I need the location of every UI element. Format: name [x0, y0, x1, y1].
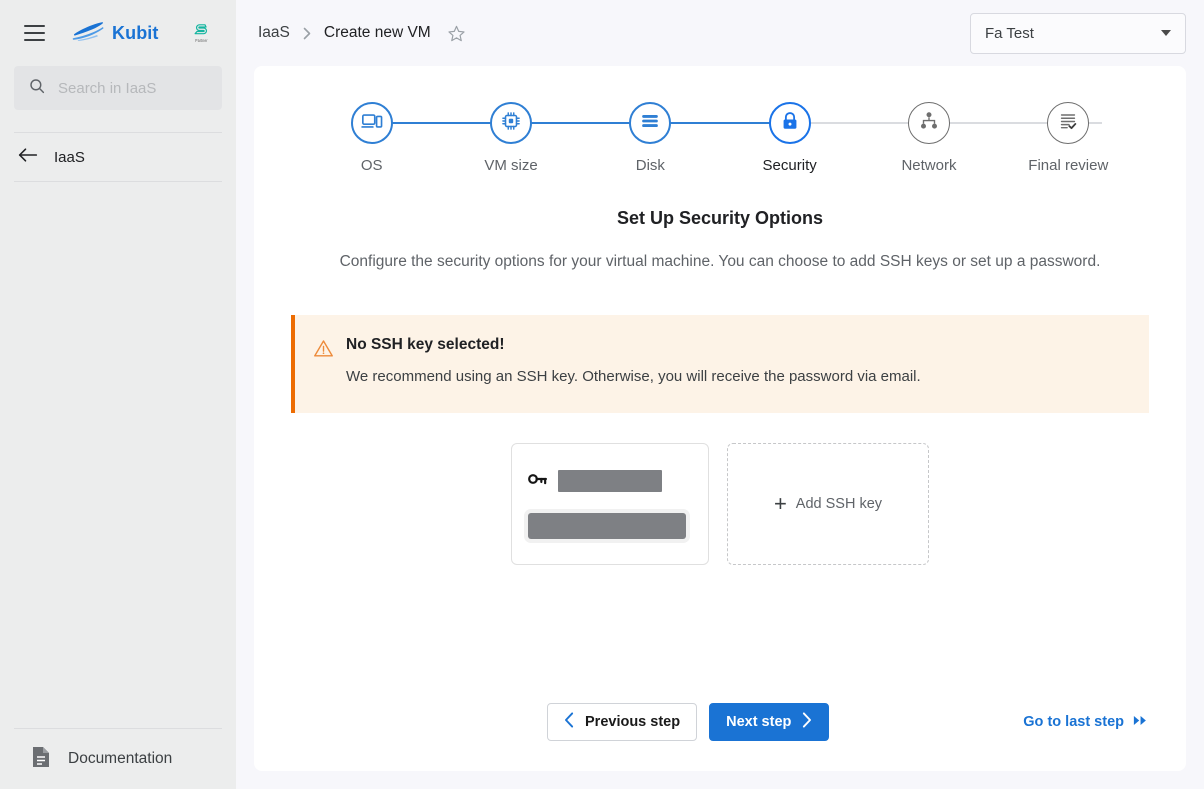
step-label: OS — [360, 157, 383, 174]
step-circle — [489, 102, 532, 144]
lock-icon — [779, 110, 801, 137]
chevron-left-icon — [564, 712, 575, 732]
partner-logo: Partner — [193, 22, 210, 44]
ssh-key-fingerprint-redacted — [528, 512, 686, 539]
step-circle — [350, 102, 393, 144]
sidebar-header: Kubit Partner — [0, 0, 236, 66]
ssh-key-name-row — [528, 470, 692, 493]
warning-triangle-icon — [313, 338, 334, 393]
stepper: OS VM size Disk Security Network Final r… — [302, 102, 1138, 174]
ssh-key-card[interactable] — [511, 443, 709, 565]
ssh-key-list: + Add SSH key — [254, 443, 1186, 565]
previous-step-label: Previous step — [585, 714, 681, 730]
page-description: Configure the security options for your … — [339, 253, 1101, 270]
breadcrumb: IaaS Create new VM — [258, 24, 466, 43]
devices-icon — [360, 110, 383, 137]
sidebar: Kubit Partner Search in IaaS IaaS Docume… — [0, 0, 236, 789]
sidebar-item-iaas[interactable]: IaaS — [0, 133, 236, 181]
add-ssh-key-button[interactable]: + Add SSH key — [727, 443, 929, 565]
plus-icon: + — [773, 491, 787, 516]
step-network[interactable]: Network — [859, 102, 998, 174]
double-chevron-right-icon — [1133, 714, 1149, 730]
step-label: Final review — [1028, 157, 1109, 174]
chevron-down-icon — [1161, 30, 1171, 36]
wizard-nav-buttons: Previous step Next step — [547, 703, 830, 741]
step-label: Network — [901, 157, 957, 174]
chevron-right-icon — [801, 712, 812, 732]
app-root: Kubit Partner Search in IaaS IaaS Docume… — [0, 0, 1204, 789]
step-vm-size[interactable]: VM size — [441, 102, 580, 174]
step-final-review[interactable]: Final review — [999, 102, 1138, 174]
wizard-footer: Previous step Next step Go to last step — [254, 703, 1186, 741]
step-disk[interactable]: Disk — [581, 102, 720, 174]
key-icon — [528, 470, 548, 493]
go-to-last-step-link[interactable]: Go to last step — [1023, 714, 1149, 730]
checklist-icon — [1057, 110, 1079, 137]
wizard-card: OS VM size Disk Security Network Final r… — [254, 66, 1186, 771]
previous-step-button[interactable]: Previous step — [547, 703, 698, 741]
account-selector[interactable]: Fa Test — [970, 12, 1186, 54]
cpu-icon — [500, 110, 522, 137]
sidebar-item-label: Documentation — [68, 750, 173, 767]
ssh-key-name-redacted — [558, 470, 662, 492]
kubit-boat-logo — [72, 21, 106, 46]
step-circle — [1047, 102, 1090, 144]
next-step-label: Next step — [726, 714, 792, 730]
step-circle — [629, 102, 672, 144]
arrow-left-icon — [18, 147, 38, 168]
step-circle — [768, 102, 811, 144]
step-circle — [907, 102, 950, 144]
page-title: Set Up Security Options — [616, 208, 824, 228]
account-label: Fa Test — [985, 24, 1034, 42]
step-os[interactable]: OS — [302, 102, 441, 174]
search-input[interactable] — [58, 79, 208, 97]
partner-logo-caption: Partner — [195, 38, 208, 44]
step-label: VM size — [484, 157, 538, 174]
add-ssh-key-label: Add SSH key — [795, 496, 883, 512]
main-area: IaaS Create new VM Fa Test OS VM size Di… — [236, 0, 1204, 789]
search-icon — [28, 77, 46, 100]
search-container[interactable] — [14, 66, 222, 110]
warning-body: No SSH key selected! We recommend using … — [346, 335, 921, 393]
storage-icon — [639, 110, 661, 137]
warning-text: We recommend using an SSH key. Otherwise… — [346, 367, 921, 385]
hamburger-icon[interactable] — [18, 17, 50, 49]
brand-name: Kubit — [112, 22, 159, 43]
warning-banner: No SSH key selected! We recommend using … — [291, 315, 1149, 413]
breadcrumb-item-iaas[interactable]: IaaS — [258, 24, 290, 42]
go-to-last-step-label: Go to last step — [1023, 714, 1124, 730]
brand-logo[interactable]: Kubit — [72, 21, 158, 46]
next-step-button[interactable]: Next step — [709, 703, 830, 741]
step-security[interactable]: Security — [720, 102, 859, 174]
warning-title: No SSH key selected! — [346, 336, 505, 353]
step-label: Disk — [635, 157, 665, 174]
topbar: IaaS Create new VM Fa Test — [236, 0, 1204, 66]
sidebar-item-label: IaaS — [54, 148, 85, 166]
network-icon — [918, 110, 940, 137]
star-icon[interactable] — [447, 24, 466, 43]
document-icon — [30, 745, 52, 774]
sidebar-item-documentation[interactable]: Documentation — [0, 729, 236, 789]
step-label: Security — [762, 157, 817, 174]
breadcrumb-separator — [303, 27, 311, 40]
breadcrumb-item-create-new-vm[interactable]: Create new VM — [324, 24, 431, 42]
